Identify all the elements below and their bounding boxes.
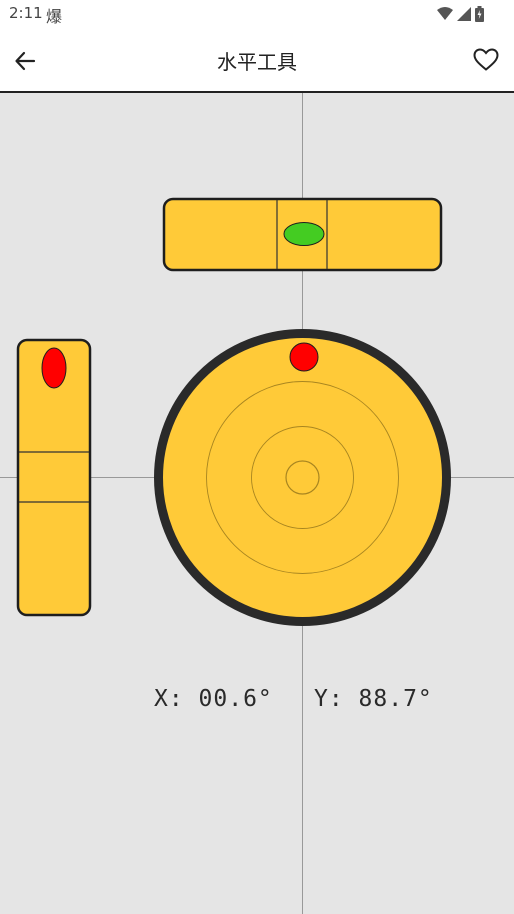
x-angle-readout: X: 00.6°: [154, 686, 273, 712]
page-title: 水平工具: [217, 50, 297, 74]
y-angle-readout: Y: 88.7°: [314, 686, 433, 712]
vertical-vial: [16, 338, 92, 617]
app-bar: 水平工具: [0, 28, 514, 93]
horizontal-bubble: [283, 222, 325, 246]
level-canvas: [0, 93, 514, 914]
vertical-bubble: [41, 347, 67, 389]
horizontal-vial: [162, 197, 443, 272]
status-time: 2:11: [9, 4, 43, 22]
status-bar: 2:11 爆: [0, 0, 514, 28]
favorite-button[interactable]: [468, 42, 504, 78]
bullseye-level: [154, 329, 451, 626]
battery-icon: [475, 6, 484, 22]
signal-icon: [457, 7, 471, 21]
bullseye-bubble: [289, 342, 319, 372]
wifi-icon: [437, 7, 453, 20]
status-notification-icon: 爆: [46, 7, 63, 26]
status-icons: [437, 5, 484, 23]
heart-outline-icon: [473, 48, 499, 71]
level-graphic: [0, 93, 514, 914]
